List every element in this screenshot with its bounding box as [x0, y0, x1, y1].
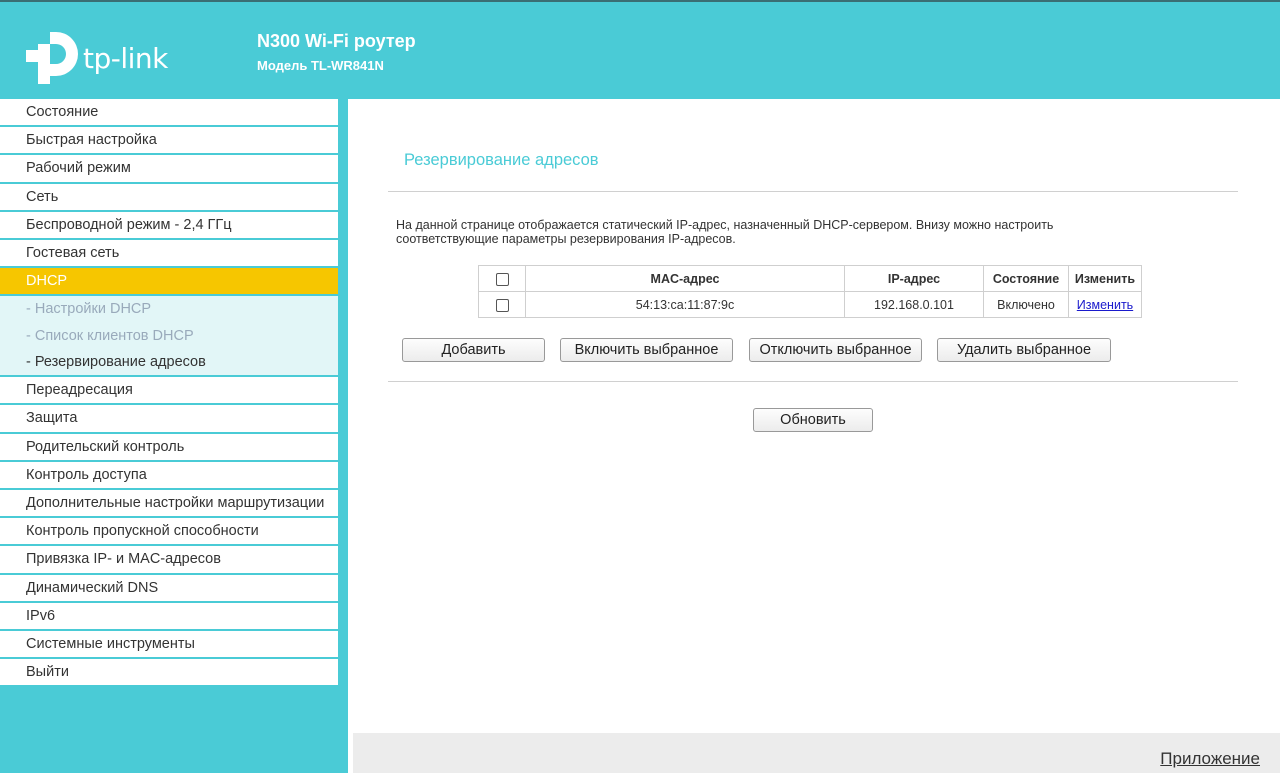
- sidebar-item-quick-setup[interactable]: Быстрая настройка: [0, 127, 338, 156]
- sidebar-item-bandwidth-control[interactable]: Контроль пропускной способности: [0, 518, 338, 547]
- main-content: Резервирование адресов На данной страниц…: [348, 99, 1280, 773]
- sidebar-item-system-tools[interactable]: Системные инструменты: [0, 630, 338, 660]
- sidebar-item-security[interactable]: Защита: [0, 405, 338, 434]
- sidebar-item-dhcp[interactable]: DHCP: [0, 268, 338, 297]
- col-mac: MAC-адрес: [525, 265, 845, 292]
- edit-link[interactable]: Изменить: [1077, 298, 1133, 312]
- footer: Приложение: [353, 733, 1280, 773]
- sidebar-item-guest-network[interactable]: Гостевая сеть: [0, 239, 338, 269]
- sidebar-item-access-control[interactable]: Контроль доступа: [0, 461, 338, 490]
- sidebar-item-advanced-routing[interactable]: Дополнительные настройки маршрутизации: [0, 489, 338, 519]
- sidebar-item-parental-control[interactable]: Родительский контроль: [0, 433, 338, 462]
- sidebar-item-dynamic-dns[interactable]: Динамический DNS: [0, 574, 338, 603]
- sidebar: Состояние Быстрая настройка Рабочий режи…: [0, 99, 338, 688]
- tp-link-logo: tp-link: [26, 30, 176, 88]
- select-all-cell: [478, 265, 526, 292]
- delete-selected-button[interactable]: Удалить выбранное: [937, 338, 1111, 362]
- refresh-button[interactable]: Обновить: [753, 408, 873, 432]
- sidebar-item-ip-mac-binding[interactable]: Привязка IP- и MAC-адресов: [0, 546, 338, 575]
- cell-ip: 192.168.0.101: [844, 291, 984, 318]
- sidebar-subitem-dhcp-settings[interactable]: - Настройки DHCP: [0, 296, 338, 323]
- sidebar-item-status[interactable]: Состояние: [0, 99, 338, 128]
- sidebar-item-network[interactable]: Сеть: [0, 183, 338, 212]
- sidebar-subitem-address-reservation[interactable]: - Резервирование адресов: [0, 348, 338, 376]
- sidebar-item-logout[interactable]: Выйти: [0, 659, 338, 688]
- row-checkbox[interactable]: [495, 298, 509, 312]
- disable-selected-button[interactable]: Отключить выбранное: [749, 338, 922, 362]
- cell-edit: Изменить: [1068, 291, 1142, 318]
- header: tp-link N300 Wi-Fi роутер Модель TL-WR84…: [0, 2, 1280, 99]
- sidebar-item-ipv6[interactable]: IPv6: [0, 602, 338, 631]
- logo-text: tp-link: [83, 42, 168, 75]
- select-all-checkbox[interactable]: [495, 272, 509, 286]
- cell-mac: 54:13:ca:11:87:9c: [525, 291, 845, 318]
- page-description: На данной странице отображается статичес…: [396, 218, 1054, 246]
- sidebar-item-wireless[interactable]: Беспроводной режим - 2,4 ГГц: [0, 211, 338, 240]
- dhcp-submenu: - Настройки DHCP - Список клиентов DHCP …: [0, 296, 338, 378]
- col-ip: IP-адрес: [844, 265, 984, 292]
- page-title: Резервирование адресов: [404, 151, 599, 169]
- row-select-cell: [478, 291, 526, 318]
- sidebar-subitem-dhcp-clients[interactable]: - Список клиентов DHCP: [0, 322, 338, 349]
- enable-selected-button[interactable]: Включить выбранное: [560, 338, 733, 362]
- cell-status: Включено: [983, 291, 1069, 318]
- sidebar-item-operation-mode[interactable]: Рабочий режим: [0, 155, 338, 184]
- table-header-row: MAC-адрес IP-адрес Состояние Изменить: [478, 265, 1142, 292]
- col-edit: Изменить: [1068, 265, 1142, 292]
- model-name: Модель TL-WR841N: [257, 58, 384, 73]
- divider-bottom: [388, 381, 1238, 382]
- reservation-table: MAC-адрес IP-адрес Состояние Изменить 54…: [478, 265, 1142, 318]
- app-link[interactable]: Приложение: [1160, 749, 1260, 769]
- table-row: 54:13:ca:11:87:9c 192.168.0.101 Включено…: [478, 291, 1142, 318]
- sidebar-item-forwarding[interactable]: Переадресация: [0, 377, 338, 406]
- product-name: N300 Wi-Fi роутер: [257, 31, 416, 51]
- divider-top: [388, 191, 1238, 192]
- add-button[interactable]: Добавить: [402, 338, 545, 362]
- col-status: Состояние: [983, 265, 1069, 292]
- tp-link-logo-icon: [26, 32, 78, 84]
